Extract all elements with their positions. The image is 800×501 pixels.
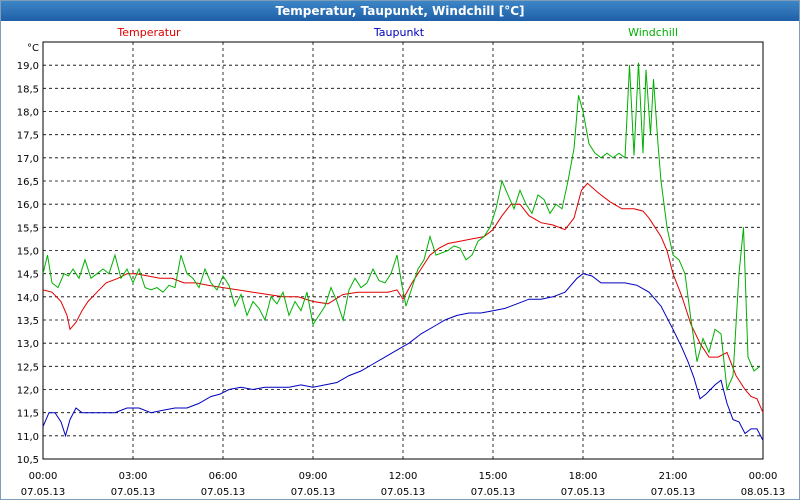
x-tick-time: 06:00 bbox=[209, 471, 238, 482]
line-chart: 10,5 11,0 11,5 12,0 12,5 13,0 13,5 14,0 14,5 15,0… bbox=[17, 26, 786, 498]
x-tick-date: 07.05.13 bbox=[21, 487, 66, 498]
legend: Temperatur Taupunkt Windchill bbox=[116, 26, 678, 39]
legend-item-taupunkt: Taupunkt bbox=[373, 26, 425, 39]
y-axis-ticks: 10,5 11,0 11,5 12,0 12,5 13,0 13,5 14,0 14,5 15,0… bbox=[17, 61, 39, 466]
y-tick-label: 11,5 bbox=[17, 409, 39, 420]
y-tick-label: 17,5 bbox=[17, 131, 39, 142]
y-tick-label: 13,5 bbox=[17, 316, 39, 327]
y-tick-label: 18,0 bbox=[17, 108, 39, 119]
x-tick-time: 03:00 bbox=[119, 471, 148, 482]
y-tick-label: 16,0 bbox=[17, 200, 39, 211]
x-tick-date: 07.05.13 bbox=[561, 487, 606, 498]
x-tick-time: 00:00 bbox=[29, 471, 58, 482]
series-line-windchill bbox=[42, 62, 761, 392]
legend-item-temperatur: Temperatur bbox=[116, 26, 181, 39]
y-tick-label: 19,0 bbox=[17, 61, 39, 72]
y-tick-label: 15,5 bbox=[17, 223, 39, 234]
y-tick-label: 17,0 bbox=[17, 154, 39, 165]
x-tick-time: 12:00 bbox=[389, 471, 418, 482]
y-tick-label: 18,5 bbox=[17, 84, 39, 95]
x-tick-date: 07.05.13 bbox=[291, 487, 336, 498]
y-tick-label: 14,5 bbox=[17, 270, 39, 281]
x-tick-time: 18:00 bbox=[569, 471, 598, 482]
x-tick-date: 08.05.13 bbox=[741, 487, 786, 498]
x-tick-date: 07.05.13 bbox=[381, 487, 426, 498]
x-tick-date: 07.05.13 bbox=[651, 487, 696, 498]
y-tick-label: 11,0 bbox=[17, 432, 39, 443]
y-axis-label: °C bbox=[27, 43, 39, 54]
x-tick-time: 21:00 bbox=[659, 471, 688, 482]
y-tick-label: 12,5 bbox=[17, 362, 39, 373]
legend-item-windchill: Windchill bbox=[628, 26, 678, 39]
x-tick-time: 09:00 bbox=[299, 471, 328, 482]
y-tick-label: 12,0 bbox=[17, 386, 39, 397]
y-tick-label: 16,5 bbox=[17, 177, 39, 188]
x-tick-date: 07.05.13 bbox=[111, 487, 156, 498]
series-lines bbox=[42, 62, 764, 441]
x-axis-ticks: 00:00 07.05.13 03:00 07.05.13 06:00 07.05.13 0… bbox=[21, 471, 786, 498]
y-tick-label: 10,5 bbox=[17, 455, 39, 466]
chart-window: Temperatur, Taupunkt, Windchill [°C] 10,… bbox=[0, 0, 800, 500]
x-tick-time: 15:00 bbox=[479, 471, 508, 482]
x-tick-date: 07.05.13 bbox=[201, 487, 246, 498]
x-tick-time: 00:00 bbox=[749, 471, 778, 482]
y-tick-label: 15,0 bbox=[17, 247, 39, 258]
y-tick-label: 13,0 bbox=[17, 339, 39, 350]
x-tick-date: 07.05.13 bbox=[471, 487, 516, 498]
y-tick-label: 14,0 bbox=[17, 293, 39, 304]
